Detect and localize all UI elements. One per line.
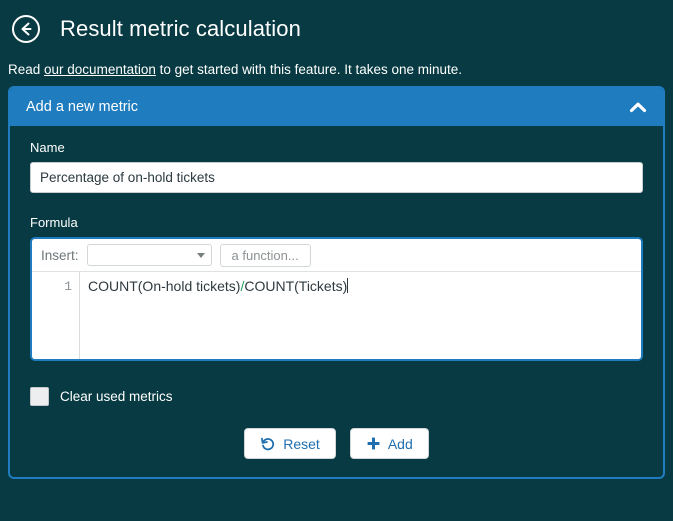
formula-code-text[interactable]: COUNT(On-hold tickets)/COUNT(Tickets): [80, 272, 641, 359]
plus-icon: [366, 436, 381, 451]
formula-code-area[interactable]: 1 COUNT(On-hold tickets)/COUNT(Tickets): [32, 271, 641, 359]
name-label: Name: [30, 140, 643, 155]
add-button-label: Add: [388, 436, 413, 452]
panel-actions: Reset Add: [30, 428, 643, 459]
back-button[interactable]: [10, 13, 42, 45]
add-metric-panel: Add a new metric Name Formula Insert: a …: [8, 86, 665, 479]
panel-body: Name Formula Insert: a function... 1 COU…: [10, 126, 663, 477]
formula-token-count-tickets: COUNT(Tickets): [244, 278, 347, 294]
line-number: 1: [32, 272, 80, 359]
documentation-link[interactable]: our documentation: [44, 62, 156, 77]
formula-editor: Insert: a function... 1 COUNT(On-hold ti…: [30, 237, 643, 361]
chevron-down-icon: [197, 253, 205, 258]
formula-label: Formula: [30, 215, 643, 230]
page-header: Result metric calculation: [0, 0, 673, 48]
add-button[interactable]: Add: [350, 428, 429, 459]
reset-button-label: Reset: [283, 436, 320, 452]
reset-button[interactable]: Reset: [244, 428, 336, 459]
panel-header[interactable]: Add a new metric: [10, 88, 663, 126]
formula-token-count-onhold: COUNT(On-hold tickets): [88, 278, 240, 294]
clear-used-metrics-label: Clear used metrics: [60, 389, 173, 404]
formula-toolbar: Insert: a function...: [32, 239, 641, 271]
insert-label: Insert:: [41, 248, 79, 263]
name-input[interactable]: [30, 162, 643, 193]
chevron-up-icon[interactable]: [627, 96, 649, 118]
page-title: Result metric calculation: [60, 16, 301, 42]
insert-select[interactable]: [87, 244, 212, 266]
clear-used-metrics-checkbox[interactable]: [30, 387, 49, 406]
panel-title: Add a new metric: [26, 99, 138, 115]
intro-text: Read our documentation to get started wi…: [0, 48, 673, 86]
insert-function-button[interactable]: a function...: [220, 244, 311, 267]
intro-text-before: Read: [8, 62, 44, 77]
text-caret: [347, 278, 348, 293]
undo-arrow-icon: [260, 436, 276, 452]
clear-used-metrics-row[interactable]: Clear used metrics: [30, 387, 643, 406]
intro-text-after: to get started with this feature. It tak…: [156, 62, 462, 77]
back-circle-arrow-icon: [11, 14, 41, 44]
